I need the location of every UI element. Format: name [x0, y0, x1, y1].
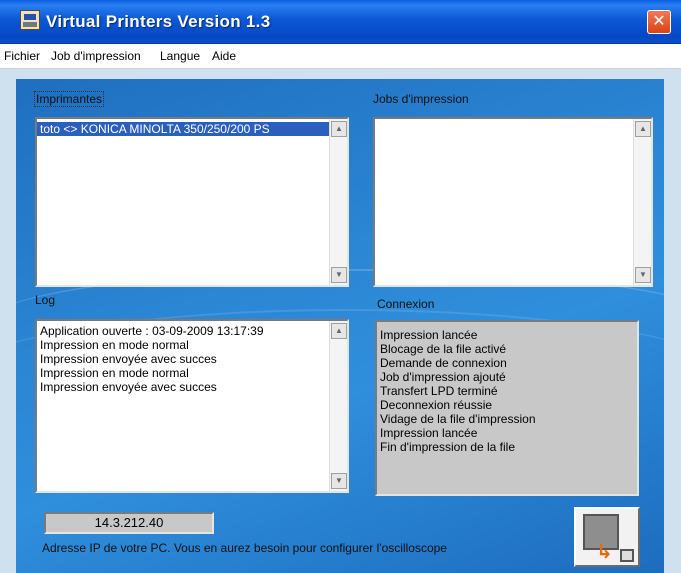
printer-app-icon — [20, 10, 40, 30]
list-item[interactable]: Vidage de la file d'impression — [377, 412, 637, 426]
printers-list[interactable]: toto <> KONICA MINOLTA 350/250/200 PS ▲ … — [35, 117, 349, 287]
menu-fichier[interactable]: Fichier — [4, 49, 40, 63]
menu-aide[interactable]: Aide — [212, 49, 236, 63]
list-item[interactable]: Deconnexion réussie — [377, 398, 637, 412]
printers-scrollbar[interactable]: ▲ ▼ — [329, 119, 347, 285]
list-item[interactable]: Transfert LPD terminé — [377, 384, 637, 398]
ip-address-field: 14.3.212.40 — [44, 512, 214, 534]
log-label: Log — [35, 293, 56, 307]
ip-caption: Adresse IP de votre PC. Vous en aurez be… — [42, 541, 447, 555]
jobs-scrollbar[interactable]: ▲ ▼ — [633, 119, 651, 285]
connexion-list: Impression lancée Blocage de la file acti… — [375, 320, 639, 496]
list-item[interactable]: Job d'impression ajouté — [377, 370, 637, 384]
list-item[interactable]: Impression lancée — [377, 328, 637, 342]
list-item[interactable]: toto <> KONICA MINOLTA 350/250/200 PS — [37, 122, 347, 136]
list-item[interactable]: Impression lancée — [377, 426, 637, 440]
list-item[interactable]: Impression en mode normal — [37, 338, 347, 352]
arrow-icon: ↳ — [596, 541, 613, 563]
jobs-label: Jobs d'impression — [373, 92, 469, 106]
connexion-label: Connexion — [377, 297, 435, 311]
small-screen-icon — [620, 549, 634, 562]
jobs-list[interactable]: ▲ ▼ — [373, 117, 653, 287]
close-button[interactable]: ✕ — [647, 10, 671, 34]
menu-bar: Fichier Job d'impression Langue Aide — [0, 44, 681, 69]
title-bar[interactable]: Virtual Printers Version 1.3 ✕ — [0, 0, 681, 44]
scroll-up-icon[interactable]: ▲ — [635, 121, 651, 137]
scroll-down-icon[interactable]: ▼ — [635, 267, 651, 283]
app-window: Virtual Printers Version 1.3 ✕ Fichier J… — [0, 0, 681, 573]
scroll-down-icon[interactable]: ▼ — [331, 473, 347, 489]
list-item[interactable]: Demande de connexion — [377, 356, 637, 370]
main-panel: Imprimantes toto <> KONICA MINOLTA 350/2… — [16, 79, 664, 573]
list-item[interactable]: Blocage de la file activé — [377, 342, 637, 356]
window-title: Virtual Printers Version 1.3 — [46, 12, 271, 31]
configure-button[interactable]: ↳ — [574, 507, 640, 567]
list-item[interactable]: Application ouverte : 03-09-2009 13:17:3… — [37, 324, 347, 338]
menu-langue[interactable]: Langue — [160, 49, 200, 63]
log-list[interactable]: Application ouverte : 03-09-2009 13:17:3… — [35, 319, 349, 493]
list-item[interactable]: Fin d'impression de la file — [377, 440, 637, 454]
menu-job-impression[interactable]: Job d'impression — [51, 49, 141, 63]
log-scrollbar[interactable]: ▲ ▼ — [329, 321, 347, 491]
list-item[interactable]: Impression envoyée avec succes — [37, 380, 347, 394]
printers-label: Imprimantes — [34, 91, 105, 107]
scroll-up-icon[interactable]: ▲ — [331, 323, 347, 339]
list-item[interactable]: Impression envoyée avec succes — [37, 352, 347, 366]
scroll-up-icon[interactable]: ▲ — [331, 121, 347, 137]
list-item[interactable]: Impression en mode normal — [37, 366, 347, 380]
scroll-down-icon[interactable]: ▼ — [331, 267, 347, 283]
